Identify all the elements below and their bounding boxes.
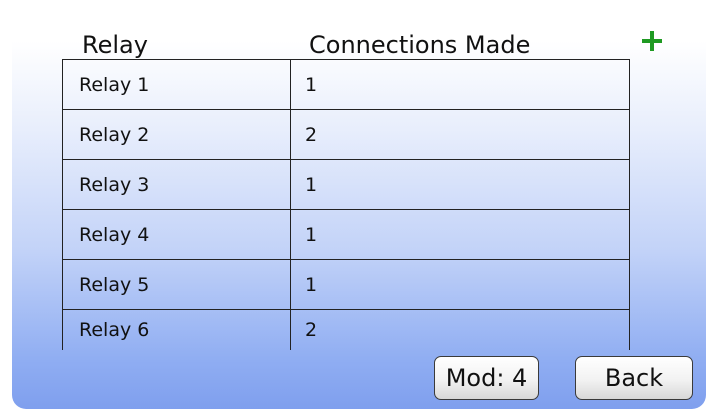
table-row[interactable]: Relay 3 1 (63, 160, 629, 210)
relay-name-cell: Relay 4 (63, 210, 291, 259)
table-row[interactable]: Relay 4 1 (63, 210, 629, 260)
relay-name-cell: Relay 6 (63, 310, 291, 350)
plus-icon-stem (650, 31, 654, 51)
table-row[interactable]: Relay 5 1 (63, 260, 629, 310)
relay-name-cell: Relay 2 (63, 110, 291, 159)
connections-cell: 2 (305, 319, 318, 341)
module-button[interactable]: Mod: 4 (434, 356, 539, 400)
device-frame: Relay Connections Made Relay 1 1 Relay 2… (0, 0, 706, 419)
connections-cell: 1 (305, 173, 318, 196)
connections-cell: 1 (305, 273, 318, 296)
relay-column-header: Relay (82, 31, 148, 59)
add-button[interactable] (638, 26, 668, 56)
relay-name-cell: Relay 5 (63, 260, 291, 309)
relay-connections-screen: Relay Connections Made Relay 1 1 Relay 2… (12, 9, 706, 409)
connections-cell: 2 (305, 123, 318, 146)
table-row[interactable]: Relay 2 2 (63, 110, 629, 160)
relay-table: Relay 1 1 Relay 2 2 Relay 3 1 Relay 4 1 … (62, 59, 630, 350)
table-row[interactable]: Relay 1 1 (63, 60, 629, 110)
connections-column-header: Connections Made (309, 31, 531, 59)
connections-cell: 1 (305, 73, 318, 96)
relay-name-cell: Relay 1 (63, 60, 291, 109)
table-row[interactable]: Relay 6 2 (63, 310, 629, 350)
back-button[interactable]: Back (575, 356, 693, 400)
connections-cell: 1 (305, 223, 318, 246)
relay-name-cell: Relay 3 (63, 160, 291, 209)
